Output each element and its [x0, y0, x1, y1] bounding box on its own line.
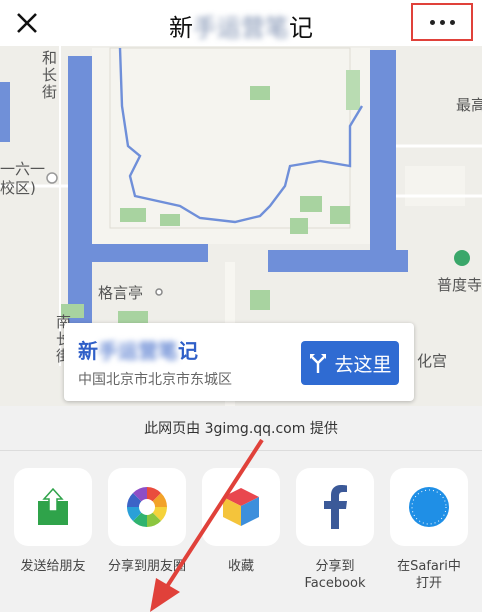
- share-item-facebook[interactable]: 分享到 Facebook: [296, 468, 374, 592]
- more-button[interactable]: [411, 3, 473, 41]
- location-address: 中国北京市北京市东城区: [78, 372, 232, 388]
- navigate-button[interactable]: 去这里: [301, 341, 399, 385]
- location-popup[interactable]: 新手运营笔记 中国北京市北京市东城区 去这里: [64, 323, 414, 401]
- share-item-favorite[interactable]: 收藏: [202, 468, 280, 575]
- map-label-pavilion: 格言亭: [98, 284, 144, 302]
- map-label-temple: 普度寺: [437, 276, 482, 294]
- route-icon: [310, 354, 327, 373]
- location-title: 新手运营笔记: [78, 339, 198, 363]
- map-label: 化宫: [417, 352, 448, 370]
- facebook-icon: [324, 485, 347, 529]
- favorite-cube-icon: [223, 488, 259, 526]
- provider-text: 此网页由 3gimg.qq.com 提供: [144, 421, 338, 437]
- share-item-safari[interactable]: 在Safari中 打开: [390, 468, 468, 592]
- street-label: 和长街: [42, 49, 58, 101]
- share-item-send-to-friend[interactable]: 发送给朋友: [14, 468, 92, 575]
- more-icon: [429, 19, 435, 25]
- send-to-friend-icon: [38, 487, 68, 525]
- divider: [0, 450, 482, 451]
- top-bar: 新手运营笔记: [0, 0, 482, 46]
- map-label: 最高: [456, 96, 482, 114]
- share-item-moments[interactable]: 分享到朋友圈: [108, 468, 186, 575]
- share-sheet: 此网页由 3gimg.qq.com 提供 发送给朋友 分享到朋友圈 收藏 分享到…: [0, 406, 482, 612]
- page-title: 新手运营笔记: [169, 14, 313, 42]
- map-label: 校区): [0, 179, 36, 197]
- safari-compass-icon: [409, 487, 449, 527]
- moments-icon: [127, 487, 167, 527]
- map-label: 一六一: [0, 160, 46, 178]
